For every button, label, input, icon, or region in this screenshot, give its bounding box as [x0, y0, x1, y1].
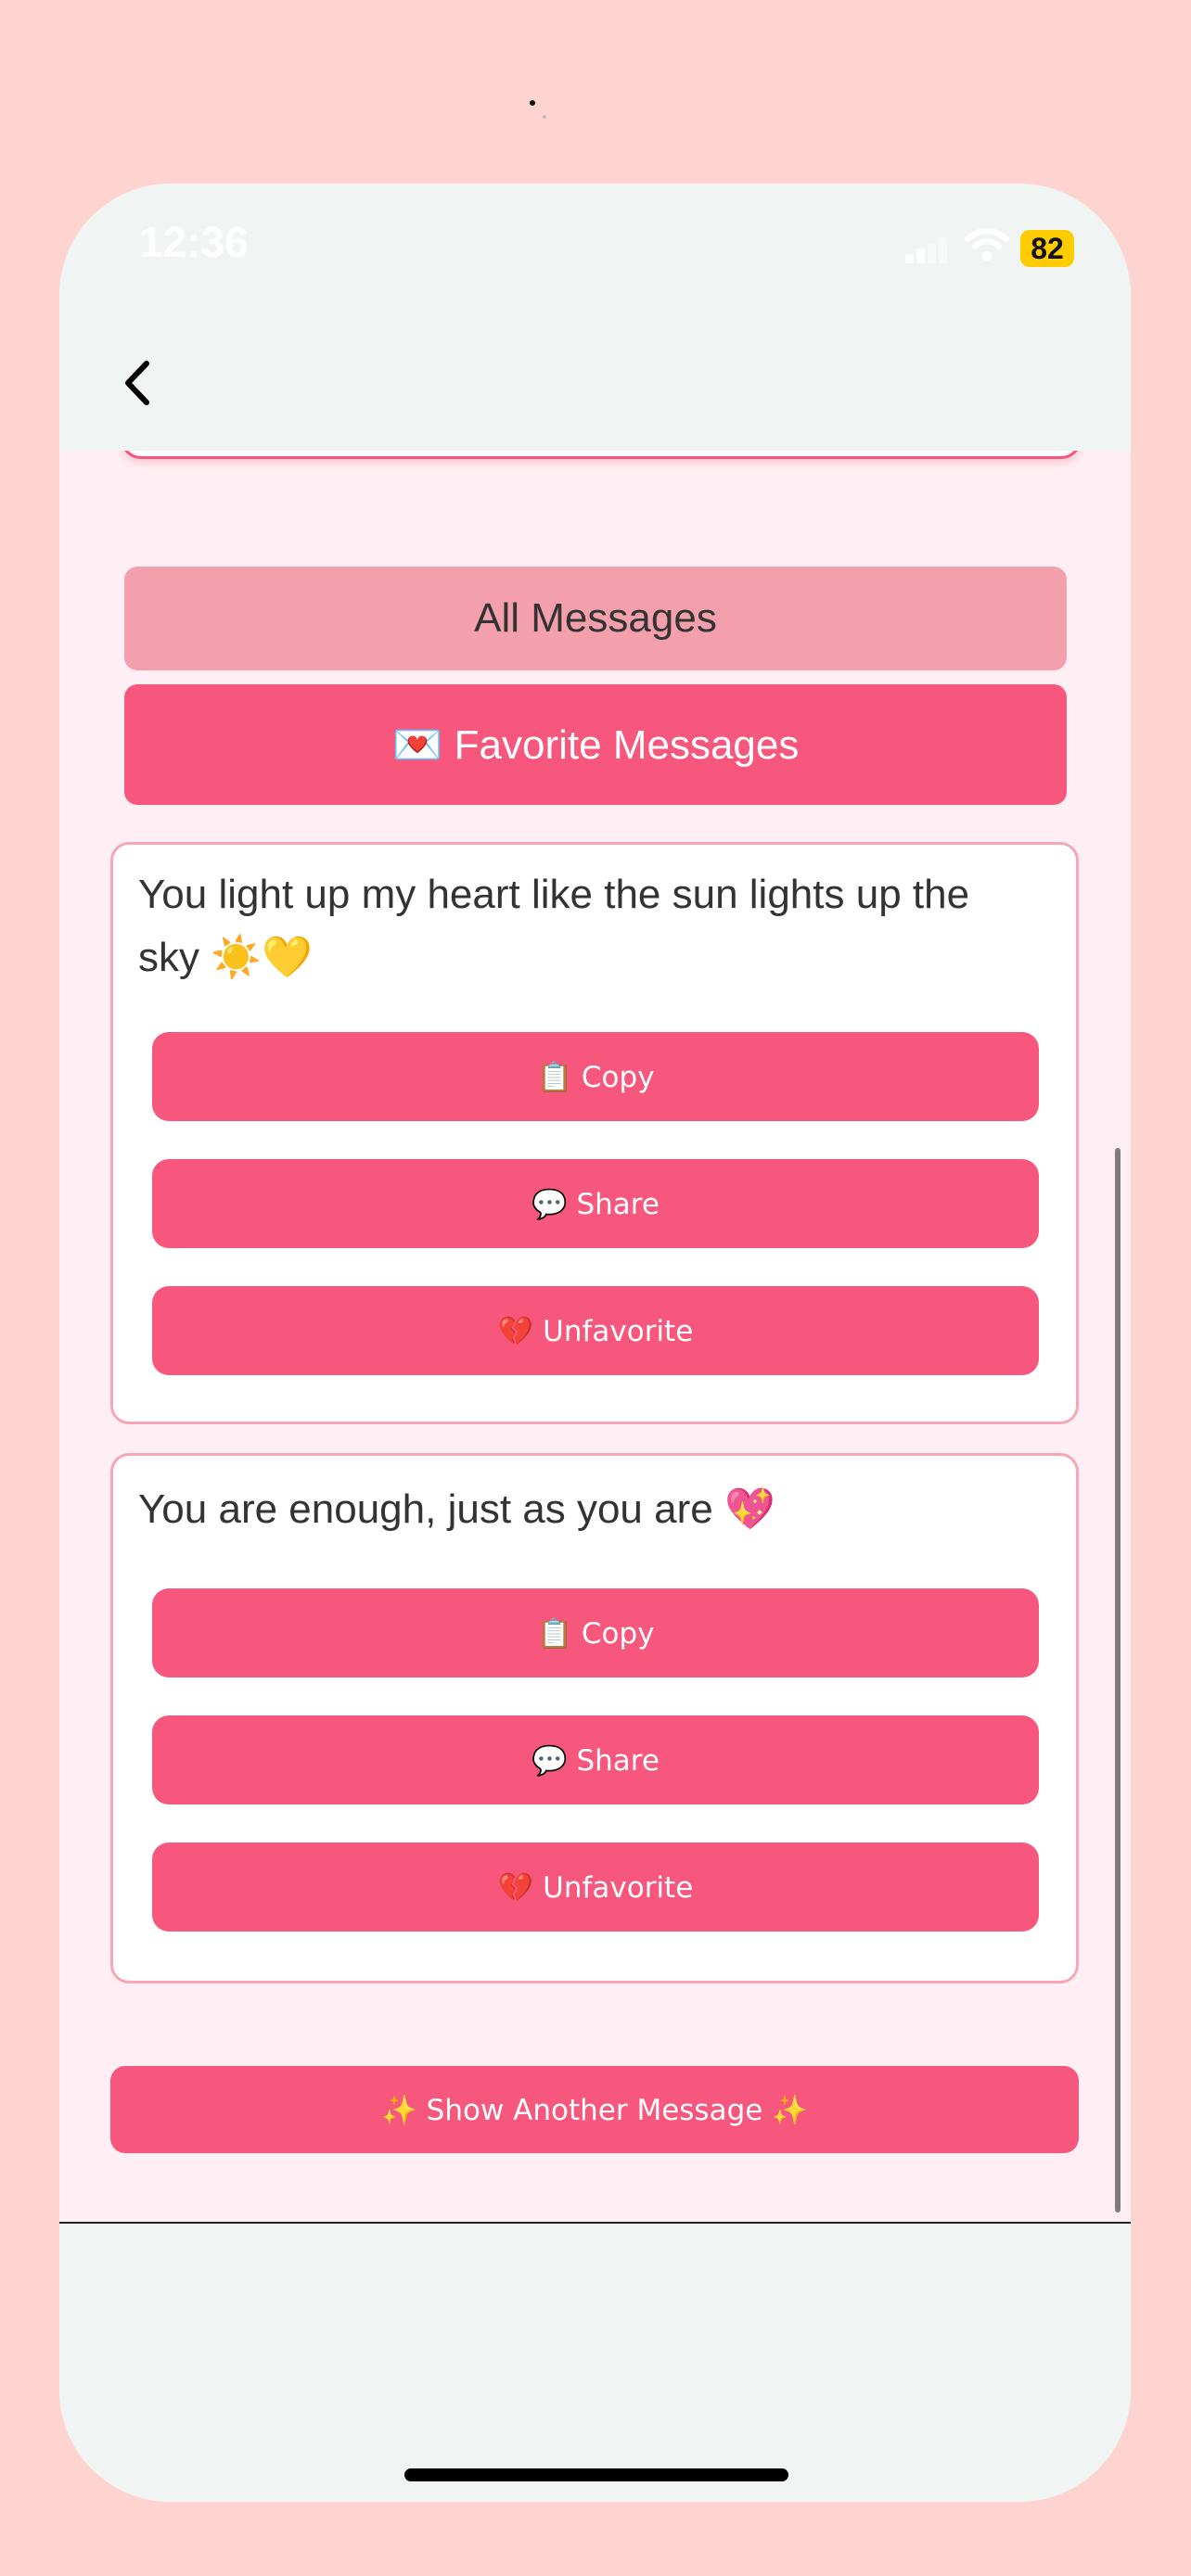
tab-all-messages[interactable]: All Messages [124, 567, 1067, 670]
home-indicator[interactable] [404, 2468, 788, 2481]
tab-favorite-messages[interactable]: 💌 Favorite Messages [124, 684, 1067, 805]
messages-content[interactable]: All Messages 💌 Favorite Messages You lig… [59, 451, 1131, 2222]
previous-card-edge [121, 451, 1082, 459]
copy-button[interactable]: 📋 Copy [152, 1032, 1039, 1121]
cellular-signal-icon [905, 236, 947, 263]
battery-icon: 82 [1020, 230, 1074, 267]
camera-dots [530, 100, 548, 128]
show-another-message-button[interactable]: ✨ Show Another Message ✨ [110, 2066, 1079, 2153]
message-card: You are enough, just as you are 💖 📋 Copy… [110, 1453, 1079, 1983]
status-time: 12:36 [139, 218, 249, 266]
wifi-icon [965, 228, 1009, 261]
share-button[interactable]: 💬 Share [152, 1715, 1039, 1804]
unfavorite-button[interactable]: 💔 Unfavorite [152, 1843, 1039, 1932]
message-card: You light up my heart like the sun light… [110, 842, 1079, 1424]
share-button[interactable]: 💬 Share [152, 1159, 1039, 1248]
status-bar: 12:36 82 [59, 184, 1131, 313]
unfavorite-button[interactable]: 💔 Unfavorite [152, 1286, 1039, 1375]
nav-bar [59, 313, 1131, 451]
phone-screen: 12:36 82 All Messages 💌 Favorite Message… [59, 184, 1131, 2502]
copy-button[interactable]: 📋 Copy [152, 1588, 1039, 1677]
message-text: You light up my heart like the sun light… [138, 872, 970, 980]
back-button[interactable] [108, 351, 173, 415]
scrollbar[interactable] [1115, 1148, 1121, 2213]
bottom-bar [59, 2224, 1131, 2502]
chevron-left-icon [125, 361, 149, 405]
message-text: You are enough, just as you are 💖 [138, 1486, 775, 1532]
